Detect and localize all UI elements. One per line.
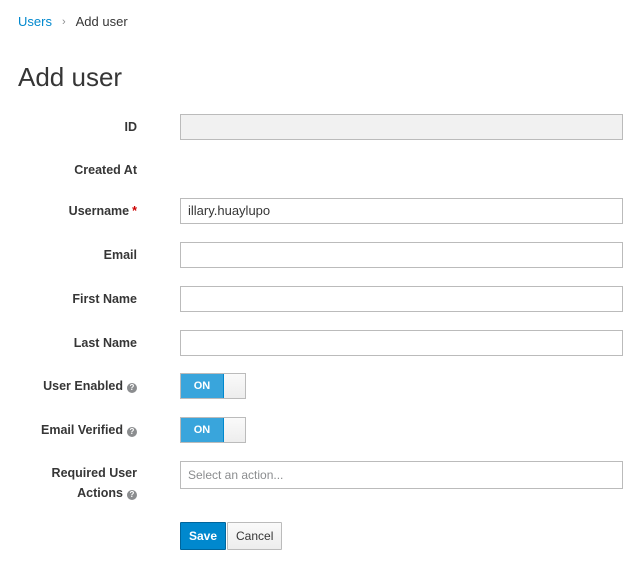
- user-enabled-toggle-state: ON: [181, 374, 224, 398]
- required-actions-select[interactable]: Select an action...: [180, 461, 623, 489]
- toggle-knob: [224, 418, 245, 442]
- breadcrumb: Users › Add user: [18, 14, 128, 29]
- breadcrumb-users-link[interactable]: Users: [18, 14, 52, 29]
- required-actions-label: Required User Actions?: [52, 463, 137, 503]
- email-verified-label: Email Verified?: [41, 420, 137, 440]
- id-label: ID: [124, 120, 138, 134]
- user-enabled-label-text: User Enabled: [43, 379, 123, 393]
- email-field[interactable]: [180, 242, 623, 268]
- required-marker: *: [132, 204, 137, 218]
- id-field: [180, 114, 623, 140]
- last-name-field[interactable]: [180, 330, 623, 356]
- email-verified-toggle-state: ON: [181, 418, 224, 442]
- email-label: Email: [103, 248, 137, 262]
- last-name-label: Last Name: [73, 336, 137, 350]
- first-name-field[interactable]: [180, 286, 623, 312]
- save-button[interactable]: Save: [180, 522, 227, 550]
- email-verified-toggle[interactable]: ON: [180, 417, 246, 443]
- question-circle-icon[interactable]: ?: [127, 490, 137, 500]
- user-enabled-toggle[interactable]: ON: [180, 373, 246, 399]
- question-circle-icon[interactable]: ?: [127, 383, 137, 393]
- username-field[interactable]: illary.huaylupo: [180, 198, 623, 224]
- breadcrumb-separator: ›: [61, 15, 66, 28]
- required-actions-label-line2: Actions: [77, 486, 123, 500]
- cancel-button[interactable]: Cancel: [227, 522, 283, 550]
- required-actions-label-line1: Required User: [51, 466, 137, 480]
- question-circle-icon[interactable]: ?: [127, 427, 137, 437]
- breadcrumb-current: Add user: [75, 14, 128, 29]
- username-label: Username *: [69, 201, 137, 221]
- user-enabled-label: User Enabled?: [43, 376, 137, 396]
- first-name-label: First Name: [72, 292, 137, 306]
- created-at-label: Created At: [74, 163, 137, 177]
- email-verified-label-text: Email Verified: [41, 423, 123, 437]
- page-title: Add user: [18, 62, 123, 92]
- username-label-text: Username: [68, 204, 130, 218]
- toggle-knob: [224, 374, 245, 398]
